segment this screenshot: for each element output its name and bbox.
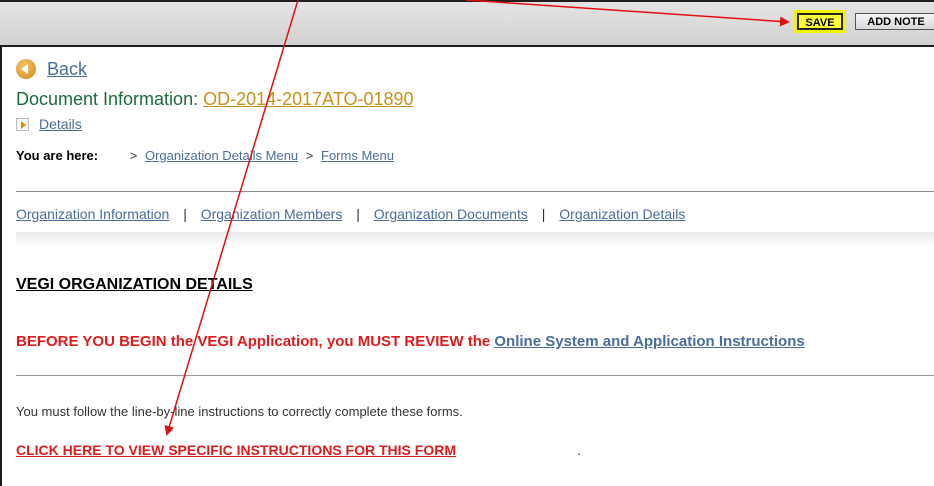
tab-separator: | (541, 206, 546, 222)
add-note-button[interactable]: ADD NOTE (855, 13, 934, 30)
organization-tabs: Organization Information | Organization … (16, 206, 685, 222)
document-info-label: Document Information: (16, 89, 199, 109)
save-button[interactable]: SAVE (797, 13, 843, 30)
page-title: VEGI ORGANIZATION DETAILS (16, 276, 253, 293)
specific-instructions-link[interactable]: CLICK HERE TO VIEW SPECIFIC INSTRUCTIONS… (16, 442, 456, 458)
back-link-row[interactable]: Back (16, 58, 87, 80)
document-information: Document Information: OD-2014-2017ATO-01… (16, 89, 414, 110)
document-id-link[interactable]: OD-2014-2017ATO-01890 (203, 89, 413, 109)
breadcrumb-separator: > (129, 148, 138, 163)
tab-organization-members[interactable]: Organization Members (201, 206, 343, 222)
breadcrumb-label: You are here: (16, 148, 99, 163)
divider (16, 191, 934, 192)
tabs-shadow (16, 232, 934, 246)
tab-separator: | (183, 206, 187, 222)
review-warning: BEFORE YOU BEGIN the VEGI Application, y… (16, 333, 805, 350)
breadcrumb-separator: > (305, 148, 314, 163)
instructions-link[interactable]: Online System and Application Instructio… (494, 333, 804, 350)
divider (16, 375, 934, 376)
tab-separator: | (356, 206, 360, 222)
details-link[interactable]: Details (39, 116, 82, 132)
back-link[interactable]: Back (47, 59, 87, 80)
tab-organization-information[interactable]: Organization Information (16, 206, 169, 222)
tab-organization-documents[interactable]: Organization Documents (374, 206, 528, 222)
expand-arrow-icon[interactable] (16, 117, 29, 131)
warning-text: BEFORE YOU BEGIN the VEGI Application, y… (16, 333, 491, 350)
sentence-period: . (577, 442, 581, 458)
back-circle-icon[interactable] (16, 59, 36, 79)
breadcrumb-forms-menu[interactable]: Forms Menu (321, 148, 394, 163)
breadcrumb-organization-details-menu[interactable]: Organization Details Menu (145, 148, 298, 163)
details-toggle[interactable]: Details (16, 115, 82, 133)
toolbar: SAVE ADD NOTE (0, 0, 934, 47)
tab-organization-details[interactable]: Organization Details (559, 206, 685, 222)
breadcrumb: You are here: > Organization Details Men… (16, 148, 394, 163)
follow-instructions-text: You must follow the line-by-line instruc… (16, 404, 463, 419)
